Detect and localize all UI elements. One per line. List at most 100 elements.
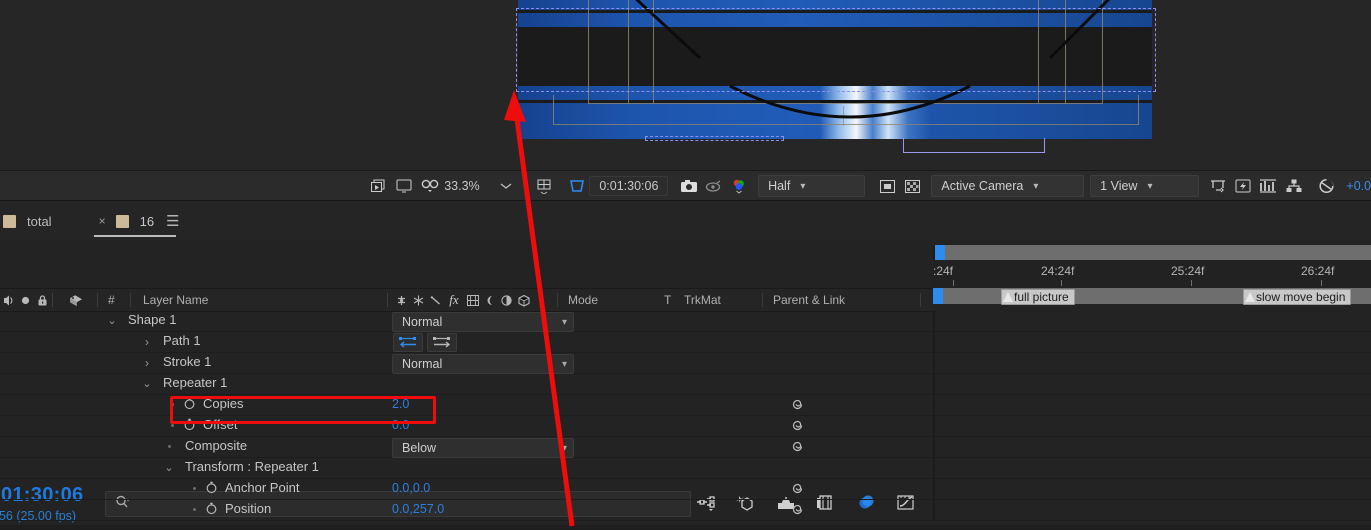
layer-rows[interactable]: ⌄ Shape 1 Normal ▾ › Path 1 › Stroke 1 Normal ▾ ⌄ R… [0,310,1371,525]
row-value[interactable]: 0.0,0.0 [392,481,430,495]
quality-icon[interactable] [498,289,515,311]
row-timeline-track[interactable] [933,331,1371,352]
resolution-dropdown[interactable]: Half ▾ [758,175,866,197]
panel-menu-icon[interactable]: ☰ [166,212,179,230]
table-row[interactable]: Composite Below ▾ [0,436,1371,458]
col-label[interactable] [68,289,85,311]
pixel-aspect-correction-icon[interactable] [1205,175,1230,197]
region-of-interest-icon[interactable] [564,175,589,197]
selection-box-small[interactable] [645,136,784,141]
viewer-timecode[interactable]: 0:01:30:06 [589,176,669,196]
reverse-path-icon[interactable] [393,333,423,352]
row-timeline-track[interactable] [933,310,1371,331]
fast-previews-icon[interactable] [1231,175,1256,197]
time-indicator-handle[interactable] [935,245,945,260]
forward-path-icon[interactable] [427,333,457,352]
table-row[interactable]: › Path 1 [0,331,1371,353]
take-snapshot-icon[interactable] [676,175,701,197]
table-row[interactable]: Offset 0.0 [0,415,1371,437]
twirl-open-icon[interactable]: ⌄ [106,314,118,327]
table-row[interactable]: ⌄ Repeater 1 [0,373,1371,395]
row-value[interactable]: 2.0 [392,397,409,411]
row-dropdown[interactable]: Normal ▾ [392,354,574,374]
tab-16[interactable]: 16 [93,201,177,241]
col-t[interactable]: T [664,289,671,311]
stopwatch-icon[interactable] [183,418,197,432]
row-value[interactable]: 0.0,257.0 [392,502,444,516]
timeline-work-area-top[interactable] [933,245,1371,260]
composition-viewer[interactable] [0,0,1371,170]
zoom-level[interactable]: 33.3% [444,179,479,193]
twirl-closed-icon[interactable]: › [141,356,153,370]
row-timeline-track[interactable] [933,352,1371,373]
label-tag-icon[interactable] [68,289,85,311]
row-timeline-track[interactable] [933,457,1371,478]
row-timeline-track[interactable] [933,394,1371,415]
row-timeline-track[interactable] [933,499,1371,520]
fx-icon[interactable]: fx [444,289,464,311]
comp-flowchart-icon[interactable] [1281,175,1306,197]
motion-blur-2-icon[interactable] [481,289,498,311]
table-row[interactable]: ⌄ Shape 1 Normal ▾ [0,310,1371,332]
row-timeline-track[interactable] [933,478,1371,499]
toggle-mask-icon[interactable] [900,175,925,197]
adjustment-layer-icon[interactable] [410,289,427,311]
col-switches-left[interactable] [0,289,51,311]
row-timeline-track[interactable] [933,415,1371,436]
timeline-marker[interactable]: full picture [1001,289,1075,305]
views-dropdown[interactable]: 1 View ▾ [1090,175,1200,197]
twirl-closed-icon[interactable]: › [141,335,153,349]
path-direction-buttons[interactable] [393,333,457,352]
timeline-marker[interactable]: slow move begin [1243,289,1352,305]
tab-total[interactable]: total × [3,201,106,241]
stopwatch-icon[interactable] [205,502,219,516]
transparency-grid-icon[interactable] [875,175,900,197]
twirl-open-icon[interactable]: ⌄ [141,377,153,390]
table-row[interactable]: ⌄ Transform : Repeater 1 [0,457,1371,479]
twirl-open-icon[interactable]: ⌄ [163,461,175,474]
selection-box-bottom[interactable] [903,138,1045,153]
show-snapshot-icon[interactable] [702,175,727,197]
row-value[interactable]: 0.0 [392,418,409,432]
3d-layer-icon[interactable] [515,289,532,311]
exposure-icon[interactable] [1314,175,1339,197]
expression-icon[interactable] [790,439,805,454]
solo-icon[interactable] [17,289,34,311]
col-layer-name[interactable]: Layer Name [143,289,208,311]
row-timeline-track[interactable] [933,436,1371,457]
stopwatch-icon[interactable] [205,481,219,495]
current-time-marker[interactable] [933,288,943,304]
shy-icon[interactable] [427,289,444,311]
row-dropdown[interactable]: Normal ▾ [392,312,574,332]
main-viewer-icon[interactable] [392,175,417,197]
row-dropdown[interactable]: Below ▾ [392,438,574,458]
row-timeline-track[interactable] [933,373,1371,394]
expression-icon[interactable] [790,397,805,412]
expression-icon[interactable] [790,502,805,517]
exposure-value[interactable]: +0.0 [1346,179,1371,193]
camera-dropdown[interactable]: Active Camera ▾ [931,175,1085,197]
col-mode[interactable]: Mode [568,289,598,311]
grid-guides-icon[interactable] [531,175,556,197]
expression-icon[interactable] [790,481,805,496]
viewer-toolbar[interactable]: 33.3% 0:01:30:06 Half ▾ Active Camera ▾ … [0,170,1371,201]
show-channel-icon[interactable] [727,175,752,197]
frame-blend-icon[interactable] [464,289,481,311]
always-preview-icon[interactable] [367,175,392,197]
lock-icon[interactable] [34,289,51,311]
table-row[interactable]: Copies 2.0 [0,394,1371,416]
col-parent-link[interactable]: Parent & Link [773,289,845,311]
table-row[interactable]: › Stroke 1 Normal ▾ [0,352,1371,374]
audio-icon[interactable] [0,289,17,311]
selection-box-main[interactable] [516,8,1156,92]
table-row[interactable]: Position 0.0,257.0 [0,499,1371,521]
3d-glasses-icon[interactable] [417,175,442,197]
panel-tab-bar[interactable]: total × 16 ☰ [0,200,1371,241]
timeline-marker-row[interactable]: full picture slow move begin [933,288,1371,305]
timeline-icon[interactable] [1256,175,1281,197]
expression-icon[interactable] [790,418,805,433]
timeline-ruler[interactable]: :24f 24:24f 25:24f 26:24f [933,261,1371,288]
motion-blur-switch-icon[interactable] [393,289,410,311]
zoom-chevron-icon[interactable] [494,175,519,197]
col-number[interactable]: # [108,289,115,311]
